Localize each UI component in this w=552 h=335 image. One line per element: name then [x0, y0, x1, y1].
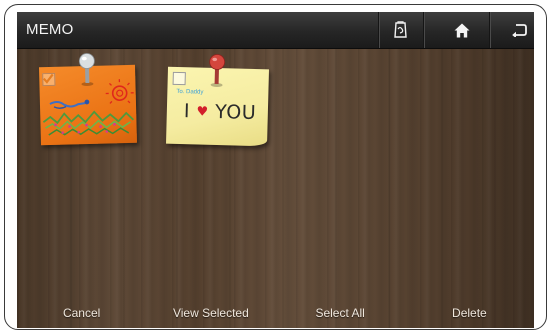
- home-button[interactable]: [440, 12, 484, 48]
- silver-pin-icon: [78, 53, 95, 87]
- red-pin-icon: [209, 54, 226, 87]
- cancel-button[interactable]: Cancel: [17, 298, 146, 328]
- view-selected-button[interactable]: View Selected: [146, 298, 275, 328]
- bottom-toolbar: Cancel View Selected Select All Delete: [17, 298, 534, 328]
- home-icon: [454, 23, 470, 37]
- memo-message-you: YOU: [214, 100, 257, 125]
- back-button[interactable]: [497, 12, 534, 48]
- title-separator: [423, 12, 424, 48]
- memo-select-checkbox[interactable]: [172, 71, 186, 86]
- select-all-button[interactable]: Select All: [276, 298, 405, 328]
- memo-message: I ♥ YOU: [184, 100, 257, 124]
- back-arrow-icon: [512, 24, 527, 37]
- title-separator: [489, 12, 490, 48]
- title-bar: MEMO: [17, 12, 534, 49]
- memo-edit-icon: [394, 21, 407, 38]
- memo-screen: MEMO To. Daddy I ♥ YOU Cancel View Selec…: [17, 12, 534, 328]
- page-title: MEMO: [26, 21, 74, 38]
- memo-edit-button[interactable]: [379, 12, 423, 48]
- memo-message-i: I: [183, 100, 191, 123]
- heart-icon: ♥: [196, 104, 209, 120]
- memo-to-text: To. Daddy: [176, 88, 204, 96]
- memo-note-1[interactable]: [38, 53, 138, 146]
- memo-note-2[interactable]: To. Daddy I ♥ YOU: [166, 54, 269, 147]
- delete-button[interactable]: Delete: [405, 298, 534, 328]
